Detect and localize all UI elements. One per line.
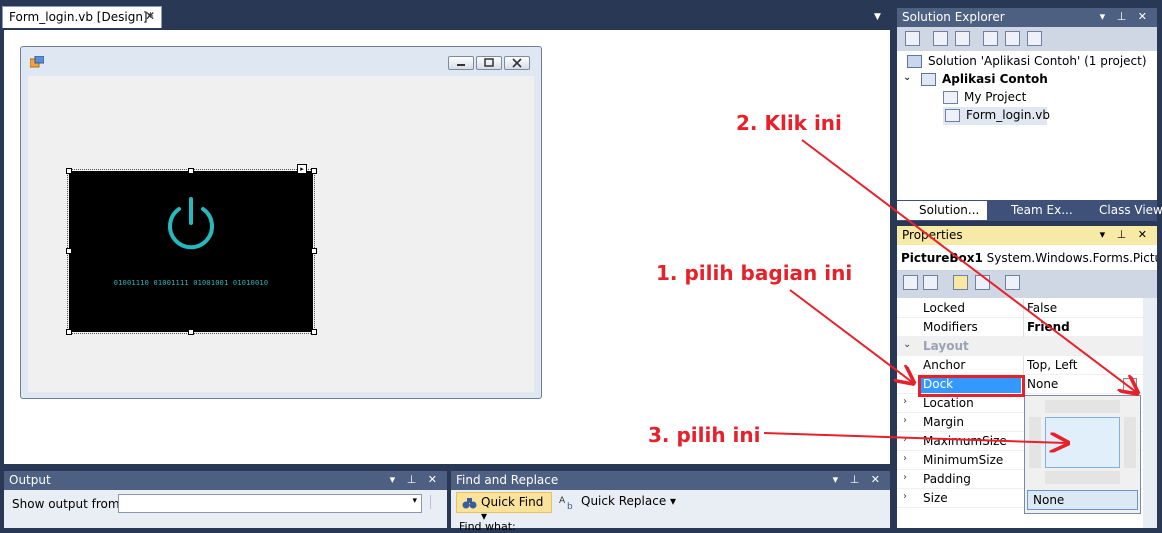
arrow-to-dock-property bbox=[789, 289, 912, 382]
annotation-arrows bbox=[763, 139, 1162, 528]
arrow-to-dock-fill bbox=[763, 432, 1066, 443]
arrow-to-dock-dropdown bbox=[801, 139, 1136, 392]
